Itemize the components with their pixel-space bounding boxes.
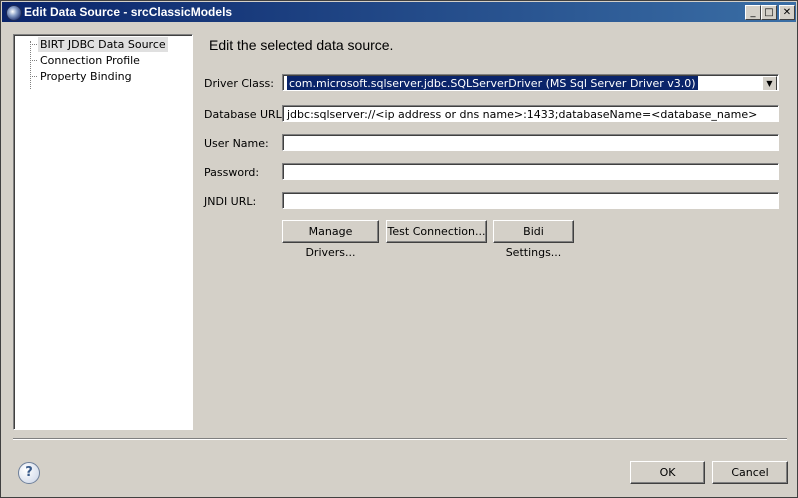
eclipse-icon [6, 5, 22, 21]
driver-class-value: com.microsoft.sqlserver.jdbc.SQLServerDr… [287, 76, 698, 90]
tree-connector [30, 41, 31, 89]
user-name-input[interactable] [282, 134, 779, 151]
dialog-window: Edit Data Source - srcClassicModels _ □ … [0, 0, 798, 498]
test-connection-button[interactable]: Test Connection... [386, 220, 487, 243]
driver-class-combo[interactable]: com.microsoft.sqlserver.jdbc.SQLServerDr… [282, 74, 779, 91]
footer-separator [13, 438, 787, 440]
jndi-url-label: JNDI URL: [204, 195, 257, 208]
jndi-url-input[interactable] [282, 192, 779, 209]
maximize-button[interactable]: □ [761, 5, 777, 20]
tree-connector [30, 60, 37, 61]
page-tree[interactable]: BIRT JDBC Data Source Connection Profile… [13, 34, 193, 430]
bidi-settings-button[interactable]: Bidi Settings... [493, 220, 574, 259]
cancel-button[interactable]: Cancel [712, 461, 788, 484]
window-title: Edit Data Source - srcClassicModels [24, 5, 233, 19]
tree-item-birt-jdbc-data-source[interactable]: BIRT JDBC Data Source [38, 37, 168, 52]
minimize-button[interactable]: _ [745, 5, 761, 20]
database-url-input[interactable]: jdbc:sqlserver://<ip address or dns name… [282, 105, 779, 122]
password-input[interactable] [282, 163, 779, 180]
tree-connector [30, 76, 37, 77]
tree-connector [30, 44, 37, 45]
driver-class-label: Driver Class: [204, 77, 274, 90]
page-title: Edit the selected data source. [209, 37, 394, 53]
title-bar[interactable]: Edit Data Source - srcClassicModels _ □ … [2, 2, 796, 22]
tree-item-connection-profile[interactable]: Connection Profile [38, 53, 142, 68]
ok-button[interactable]: OK [630, 461, 705, 484]
user-name-label: User Name: [204, 137, 269, 150]
password-label: Password: [204, 166, 260, 179]
help-icon[interactable]: ? [18, 462, 40, 484]
database-url-label: Database URL: [204, 108, 286, 121]
tree-item-property-binding[interactable]: Property Binding [38, 69, 134, 84]
manage-drivers-button[interactable]: Manage Drivers... [282, 220, 379, 259]
close-button[interactable]: ✕ [779, 5, 795, 20]
chevron-down-icon[interactable]: ▼ [762, 76, 777, 90]
